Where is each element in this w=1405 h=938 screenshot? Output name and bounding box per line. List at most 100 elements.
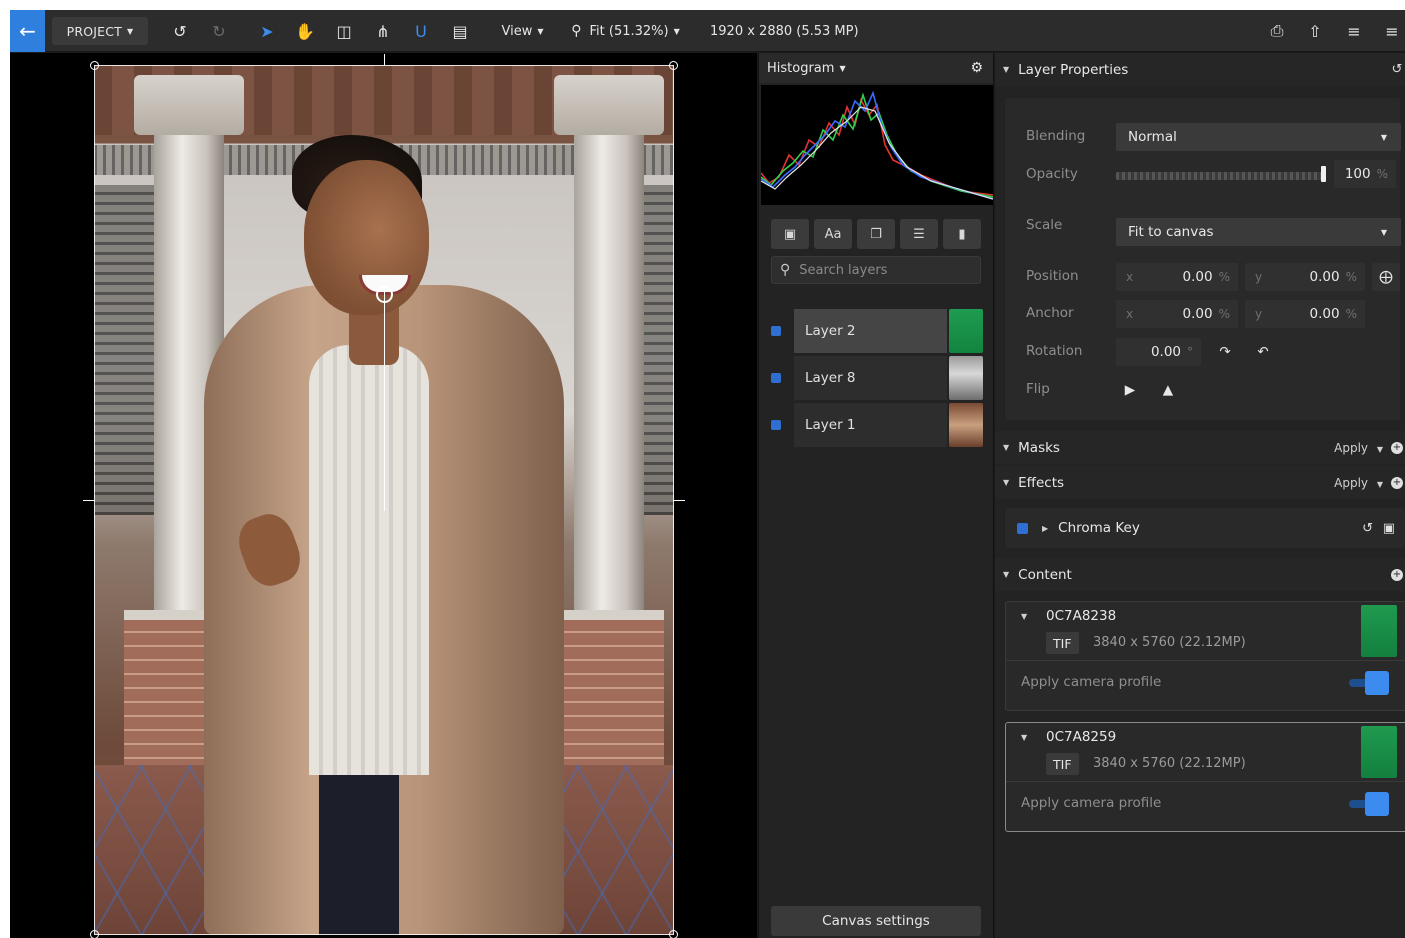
- add-mask-icon[interactable]: +: [1391, 441, 1403, 454]
- reset-icon[interactable]: ↺: [1362, 521, 1373, 536]
- camera-profile-toggle[interactable]: [1349, 792, 1395, 816]
- effect-row[interactable]: ▶ Chroma Key ↺ ▣: [1005, 508, 1405, 548]
- align-left-icon[interactable]: ▤: [447, 10, 473, 52]
- apply-label: Apply: [1334, 475, 1369, 490]
- blending-select[interactable]: Normal ▼: [1116, 123, 1401, 151]
- caret-down-icon: ▼: [839, 63, 846, 73]
- caret-down-icon: ▼: [1380, 132, 1387, 142]
- add-effect-icon[interactable]: +: [1391, 476, 1403, 489]
- masks-header[interactable]: ▼ Masks Apply ▼ +: [995, 431, 1405, 464]
- file-format-badge: TIF: [1046, 753, 1079, 775]
- hand-pan-icon[interactable]: ✋: [292, 10, 318, 52]
- collapse-right-panel-icon[interactable]: ≡: [1379, 10, 1405, 52]
- content-item[interactable]: ▼ 0C7A8259 TIF 3840 x 5760 (22.12MP) App…: [1005, 722, 1405, 832]
- crop-icon[interactable]: ⋔: [370, 10, 396, 52]
- app-window: ← PROJECT ▼ ↺ ↻ ➤ ✋ ◫ ⋔ U ▤ View ▼ ⚲ Fit (…: [10, 10, 1405, 938]
- caret-down-icon: ▼: [537, 26, 544, 36]
- effects-header[interactable]: ▼ Effects Apply ▼ +: [995, 466, 1405, 499]
- open-folder-button[interactable]: ▮: [943, 219, 981, 249]
- opacity-label: Opacity: [1026, 166, 1078, 182]
- axis-y-label: y: [1255, 307, 1263, 321]
- flip-horizontal-button[interactable]: ▶: [1116, 376, 1144, 404]
- anchor-x-input[interactable]: x 0.00 %: [1116, 300, 1238, 328]
- layer-thumbnail: [949, 309, 983, 353]
- zoom-label: Fit (51.32%): [589, 23, 669, 39]
- flip-vertical-icon: ▲: [1162, 382, 1174, 398]
- rotation-input[interactable]: 0.00 °: [1116, 338, 1201, 366]
- layer-visibility-checkbox[interactable]: [771, 373, 781, 383]
- canvas-photo: [94, 65, 674, 935]
- duplicate-layer-button[interactable]: ❐: [857, 219, 895, 249]
- axis-x-label: x: [1126, 270, 1134, 284]
- opacity-slider-track[interactable]: [1116, 172, 1326, 180]
- crosshair-position-button[interactable]: ⨁: [1372, 263, 1400, 291]
- rotate-clockwise-button[interactable]: ↷: [1211, 338, 1239, 366]
- axis-x-label: x: [1126, 307, 1134, 321]
- text-icon: Aa: [824, 226, 842, 242]
- canvas-area[interactable]: [10, 53, 757, 938]
- add-text-layer-button[interactable]: Aa: [814, 219, 852, 249]
- export-share-icon[interactable]: ⇧: [1302, 10, 1328, 52]
- content-header[interactable]: ▼ Content +: [995, 558, 1405, 591]
- content-item[interactable]: ▼ 0C7A8238 TIF 3840 x 5760 (22.12MP) App…: [1005, 601, 1405, 711]
- content-dimensions: 3840 x 5760 (22.12MP): [1093, 756, 1246, 771]
- camera-profile-label: Apply camera profile: [1021, 795, 1162, 811]
- top-toolbar: ← PROJECT ▼ ↺ ↻ ➤ ✋ ◫ ⋔ U ▤ View ▼ ⚲ Fit (…: [10, 10, 1405, 52]
- add-image-layer-button[interactable]: ▣: [771, 219, 809, 249]
- histogram-header[interactable]: Histogram ▼ ⚙: [759, 53, 993, 83]
- chevron-down-icon: ▼: [1003, 478, 1010, 487]
- opacity-slider-knob[interactable]: [1321, 166, 1326, 182]
- gear-icon[interactable]: ⚙: [970, 60, 983, 76]
- add-content-icon[interactable]: +: [1391, 568, 1403, 581]
- magnet-snap-icon[interactable]: U: [408, 10, 434, 52]
- view-menu-button[interactable]: View ▼: [495, 10, 550, 52]
- view-label: View: [501, 23, 533, 39]
- effects-apply-menu[interactable]: Apply ▼: [1334, 476, 1383, 490]
- layers-panel: Histogram ▼ ⚙ ▣ Aa ❐ ☰ ▮ ⚲ Search layers…: [758, 53, 994, 938]
- select-arrow-icon[interactable]: ➤: [254, 10, 280, 52]
- content-thumbnail: [1361, 605, 1397, 657]
- camera-profile-toggle[interactable]: [1349, 671, 1395, 695]
- print-icon[interactable]: ⎙: [1264, 10, 1290, 52]
- layer-row[interactable]: Layer 1: [759, 403, 995, 447]
- flip-vertical-button[interactable]: ▲: [1154, 376, 1182, 404]
- reset-icon[interactable]: ↺: [1391, 63, 1403, 76]
- delete-effect-icon[interactable]: ▣: [1383, 521, 1395, 536]
- undo-icon[interactable]: ↺: [167, 10, 193, 52]
- caret-down-icon: ▼: [1376, 479, 1383, 489]
- opacity-input[interactable]: 100 %: [1334, 160, 1396, 188]
- masks-apply-menu[interactable]: Apply ▼: [1334, 441, 1383, 455]
- zoom-icon: ⚲: [571, 23, 582, 39]
- rotate-counterclockwise-button[interactable]: ↶: [1249, 338, 1277, 366]
- chevron-right-icon[interactable]: ▶: [1042, 524, 1048, 533]
- blending-value: Normal: [1128, 129, 1177, 145]
- chevron-down-icon: ▼: [1003, 65, 1010, 74]
- layer-visibility-checkbox[interactable]: [771, 326, 781, 336]
- search-layers-input[interactable]: ⚲ Search layers: [771, 256, 981, 284]
- chevron-down-icon[interactable]: ▼: [1021, 733, 1027, 742]
- layer-row[interactable]: Layer 2: [759, 309, 995, 353]
- collapse-left-panel-icon[interactable]: ≡: [1341, 10, 1367, 52]
- canvas-settings-button[interactable]: Canvas settings: [771, 906, 981, 936]
- effects-title: Effects: [1018, 474, 1065, 491]
- layer-properties-header[interactable]: ▼ Layer Properties ↺: [995, 53, 1405, 86]
- position-x-input[interactable]: x 0.00 %: [1116, 263, 1238, 291]
- percent-unit: %: [1218, 270, 1230, 284]
- project-menu-button[interactable]: PROJECT ▼: [52, 17, 148, 45]
- chevron-down-icon[interactable]: ▼: [1021, 612, 1027, 621]
- scale-select[interactable]: Fit to canvas ▼: [1116, 218, 1401, 246]
- redo-icon[interactable]: ↻: [206, 10, 232, 52]
- adjustments-button[interactable]: ☰: [900, 219, 938, 249]
- layer-row[interactable]: Layer 8: [759, 356, 995, 400]
- layer-visibility-checkbox[interactable]: [771, 420, 781, 430]
- content-item-name: 0C7A8238: [1046, 608, 1117, 624]
- opacity-value: 100: [1344, 166, 1371, 182]
- position-y-input[interactable]: y 0.00 %: [1245, 263, 1365, 291]
- caret-down-icon: ▼: [1380, 227, 1387, 237]
- back-button[interactable]: ←: [10, 10, 45, 52]
- percent-unit: %: [1218, 307, 1230, 321]
- effect-enabled-checkbox[interactable]: [1017, 522, 1028, 534]
- anchor-y-input[interactable]: y 0.00 %: [1245, 300, 1365, 328]
- zoom-menu-button[interactable]: ⚲ Fit (51.32%) ▼: [563, 10, 688, 52]
- transform-icon[interactable]: ◫: [331, 10, 357, 52]
